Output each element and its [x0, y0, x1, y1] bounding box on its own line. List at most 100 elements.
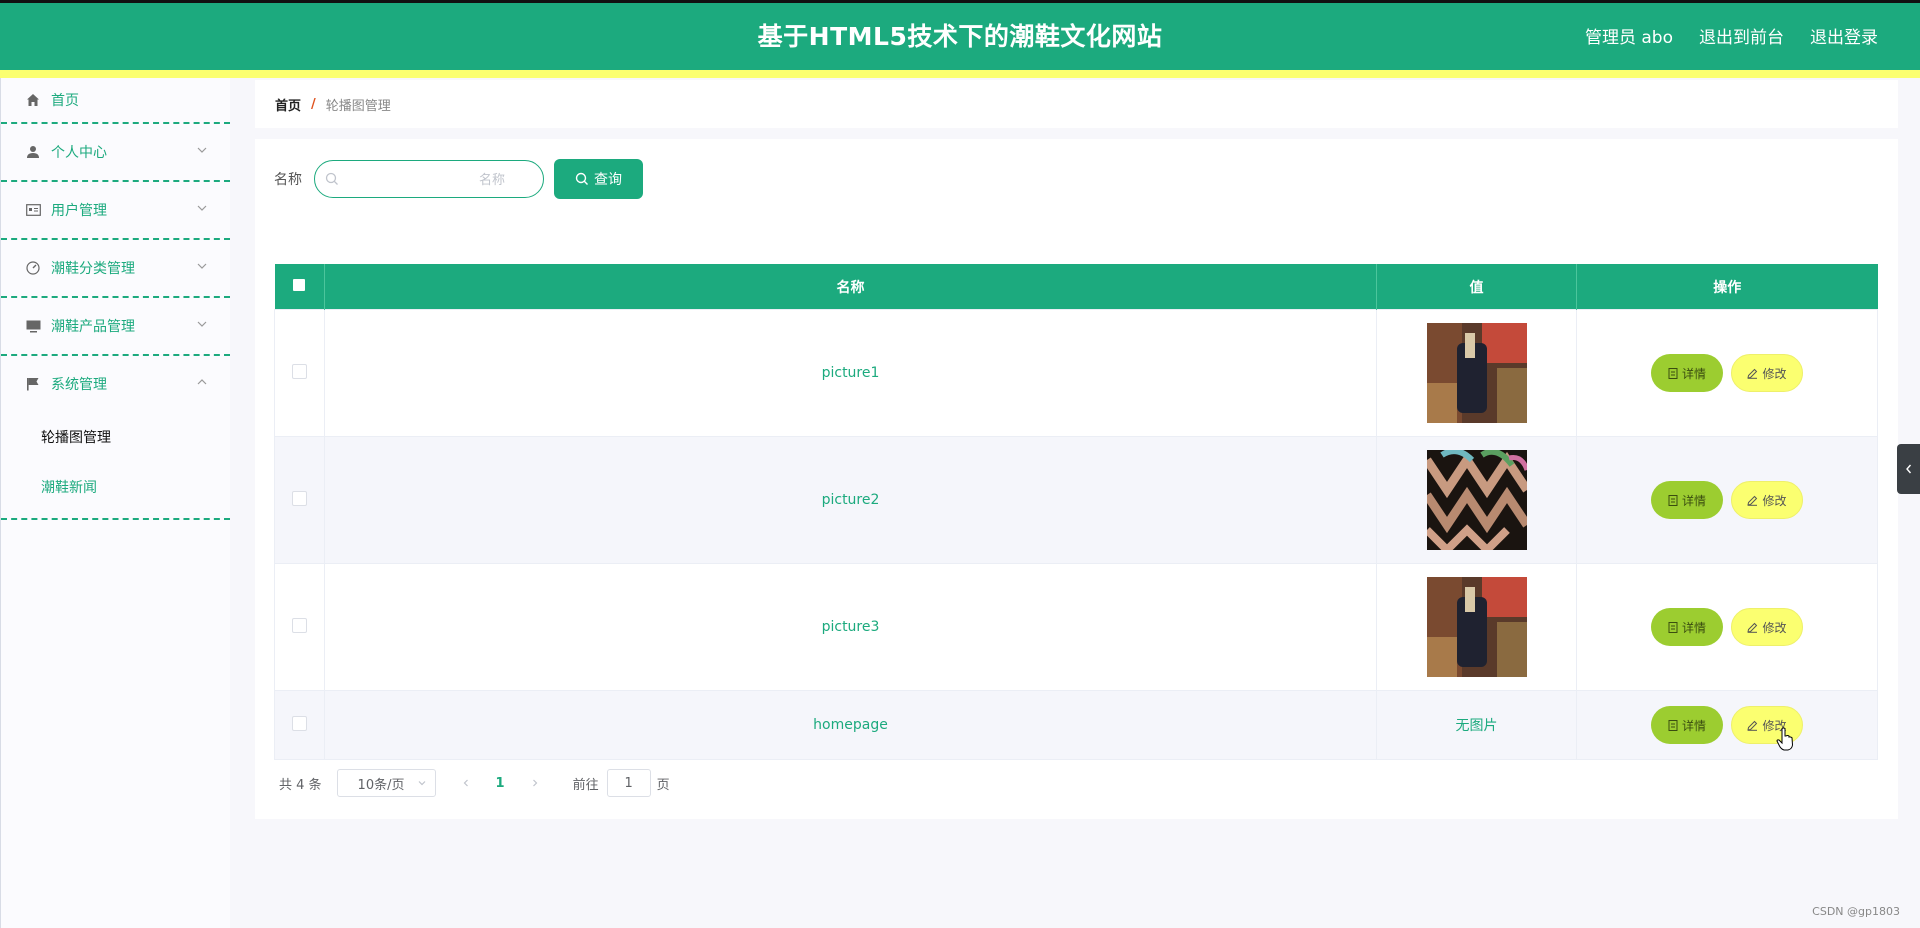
sidebar-item-system-management[interactable]: 系统管理	[1, 356, 230, 412]
pencil-icon	[1747, 622, 1758, 633]
chevron-right-icon	[532, 779, 537, 787]
row-select-cell	[274, 309, 325, 437]
row-checkbox[interactable]	[292, 715, 307, 731]
home-icon	[25, 92, 41, 108]
document-icon	[1668, 621, 1678, 633]
column-header-actions: 操作	[1576, 264, 1878, 310]
sidebar-item-personal-center[interactable]: 个人中心	[1, 124, 230, 182]
carousel-thumbnail-image[interactable]	[1426, 450, 1527, 550]
column-header-value: 值	[1376, 264, 1577, 310]
row-select-cell	[274, 690, 325, 760]
pagination-total: 共 4 条	[279, 777, 322, 793]
search-field-wrapper	[314, 160, 544, 198]
query-button[interactable]: 查询	[554, 159, 643, 199]
detail-button[interactable]: 详情	[1651, 354, 1723, 392]
sidebar-item-label: 系统管理	[51, 377, 107, 393]
detail-button[interactable]: 详情	[1651, 481, 1723, 519]
pencil-icon	[1747, 720, 1758, 731]
person-icon	[25, 144, 41, 160]
edit-button-label: 修改	[1762, 493, 1787, 508]
sidebar-item-label: 个人中心	[51, 145, 107, 161]
search-label: 名称	[274, 172, 302, 188]
carousel-thumbnail-image[interactable]	[1426, 323, 1527, 423]
page-size-value: 10条/页	[357, 777, 405, 793]
id-card-icon	[25, 202, 41, 218]
select-all-cell	[274, 264, 325, 310]
page-size-select[interactable]: 10条/页	[336, 769, 436, 797]
sidebar-item-label: 潮鞋产品管理	[51, 319, 135, 335]
breadcrumb-home[interactable]: 首页	[275, 95, 301, 114]
row-select-cell	[274, 436, 325, 564]
sidebar-item-user-management[interactable]: 用户管理	[1, 182, 230, 240]
edit-button[interactable]: 修改	[1731, 481, 1803, 519]
row-actions-cell: 详情 修改	[1576, 436, 1878, 564]
row-actions-cell: 详情 修改	[1576, 690, 1878, 760]
row-name: homepage	[324, 690, 1377, 760]
next-page-button[interactable]	[530, 774, 540, 792]
row-select-cell	[274, 563, 325, 691]
admin-user-label: 管理员 abo	[1584, 28, 1673, 48]
detail-button[interactable]: 详情	[1651, 706, 1723, 744]
monitor-icon	[25, 318, 41, 334]
header-actions: 管理员 abo 退出到前台 退出登录	[1585, 23, 1878, 48]
row-name: picture3	[324, 563, 1377, 691]
breadcrumb-separator: /	[311, 96, 316, 112]
table-header-row: 名称 值 操作	[274, 264, 1878, 310]
row-value-cell	[1376, 563, 1577, 691]
pagination: 共 4 条 10条/页 1 前往 页	[279, 769, 670, 797]
detail-button-label: 详情	[1681, 718, 1706, 733]
breadcrumb-current: 轮播图管理	[325, 98, 391, 114]
gauge-icon	[25, 260, 41, 276]
chevron-down-icon	[197, 263, 207, 269]
carousel-thumbnail-image[interactable]	[1426, 577, 1527, 677]
row-checkbox[interactable]	[292, 617, 307, 633]
column-header-name: 名称	[324, 264, 1377, 310]
logout-link[interactable]: 退出登录	[1810, 23, 1878, 48]
chevron-down-icon	[418, 781, 425, 786]
pencil-icon	[1747, 368, 1758, 379]
row-value-text: 无图片	[1376, 690, 1577, 760]
csdn-watermark: CSDN @gp1803	[1812, 905, 1900, 918]
row-checkbox[interactable]	[292, 490, 307, 506]
detail-button[interactable]: 详情	[1651, 608, 1723, 646]
header-accent-bar	[0, 70, 1920, 78]
table-row: picture3 详情 修改	[274, 563, 1878, 691]
chevron-down-icon	[197, 147, 207, 153]
exit-to-front-link[interactable]: 退出到前台	[1699, 23, 1784, 48]
row-checkbox[interactable]	[292, 363, 307, 379]
chevron-down-icon	[197, 321, 207, 327]
row-value-cell	[1376, 436, 1577, 564]
document-icon	[1668, 719, 1678, 731]
chevron-left-icon	[1905, 464, 1911, 474]
system-submenu: 轮播图管理 潮鞋新闻	[1, 412, 230, 520]
panel-toggle-button[interactable]	[1897, 444, 1920, 494]
table-row: picture1 详情 修改	[274, 309, 1878, 437]
goto-label: 前往	[572, 777, 599, 793]
row-name: picture1	[324, 309, 1377, 437]
sidebar-item-label: 用户管理	[51, 203, 107, 219]
sidebar-item-shoe-category[interactable]: 潮鞋分类管理	[1, 240, 230, 298]
search-input[interactable]	[343, 167, 507, 193]
sidebar-item-home[interactable]: 首页	[1, 78, 230, 124]
goto-page-input[interactable]	[606, 769, 651, 797]
sidebar-subitem-carousel[interactable]: 轮播图管理	[1, 412, 230, 462]
sidebar-item-shoe-products[interactable]: 潮鞋产品管理	[1, 298, 230, 356]
prev-page-button[interactable]	[461, 774, 471, 792]
hand-cursor-icon	[1776, 727, 1794, 751]
flag-icon	[25, 376, 41, 392]
row-name: picture2	[324, 436, 1377, 564]
edit-button-label: 修改	[1762, 620, 1787, 635]
select-all-checkbox[interactable]	[293, 278, 306, 291]
sidebar-subitem-shoe-news[interactable]: 潮鞋新闻	[1, 462, 230, 512]
goto-unit: 页	[656, 777, 670, 793]
table-row: picture2 详情 修改	[274, 436, 1878, 564]
edit-button[interactable]: 修改	[1731, 608, 1803, 646]
row-value-cell	[1376, 309, 1577, 437]
edit-button[interactable]: 修改	[1731, 354, 1803, 392]
chevron-down-icon	[197, 205, 207, 211]
search-bar: 名称 查询	[274, 159, 643, 199]
document-icon	[1668, 494, 1678, 506]
page-number-current[interactable]: 1	[496, 776, 505, 791]
sidebar-item-label: 首页	[51, 93, 79, 109]
search-icon	[325, 172, 338, 185]
